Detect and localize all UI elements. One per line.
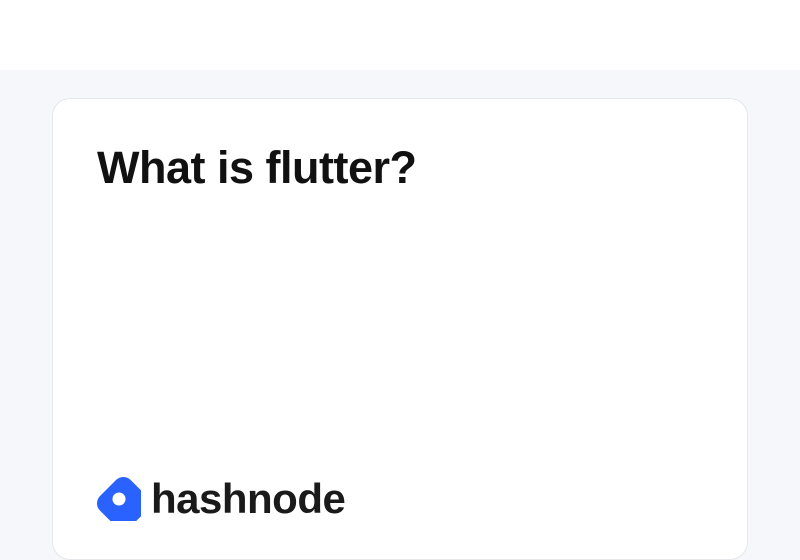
page-background: What is flutter? hashnode [0,70,800,560]
article-card: What is flutter? hashnode [52,98,748,560]
hashnode-icon [97,477,141,521]
brand-attribution: hashnode [97,475,703,523]
article-title: What is flutter? [97,143,703,193]
top-white-strip [0,0,800,70]
brand-name: hashnode [151,475,345,523]
